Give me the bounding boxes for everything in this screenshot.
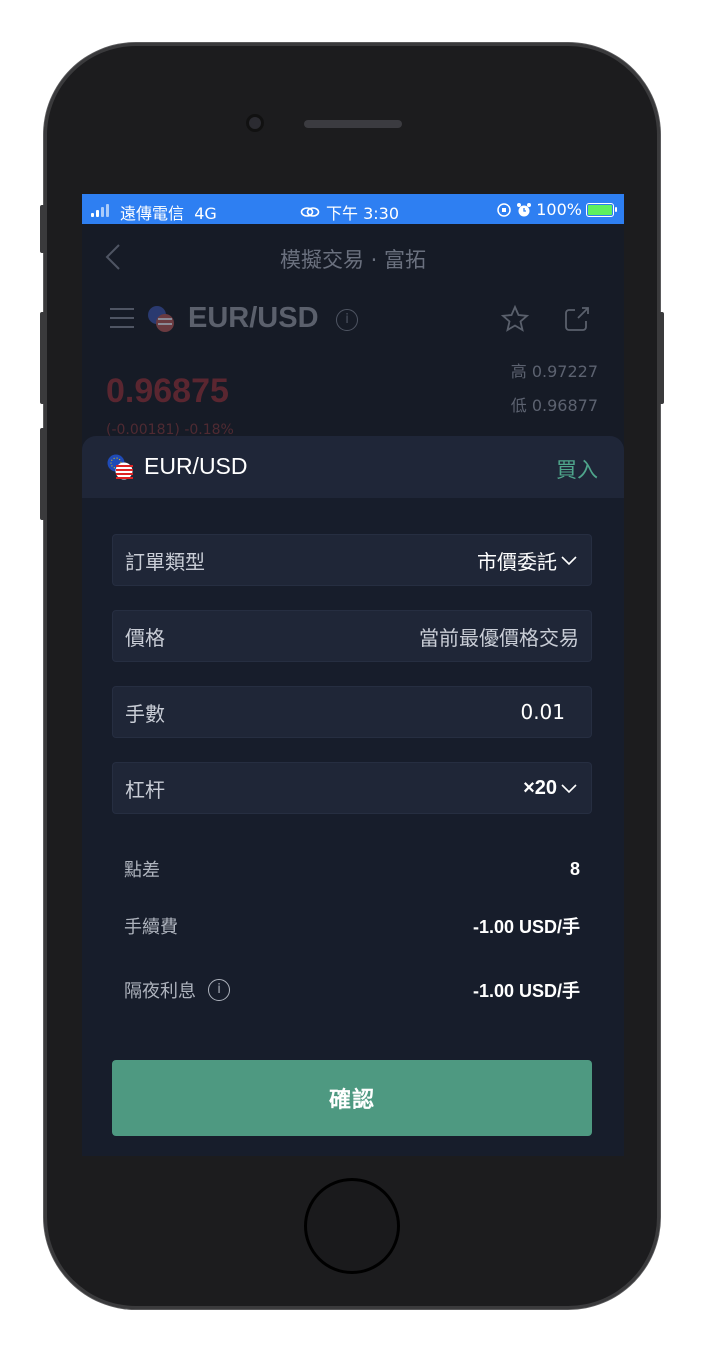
- spread-value: 8: [569, 858, 580, 879]
- mute-switch: [40, 205, 45, 253]
- lots-input[interactable]: 手數 0.01: [112, 686, 592, 738]
- commission-value: -1.00 USD/手: [472, 917, 580, 937]
- field-label: 訂單類型: [125, 549, 205, 574]
- lots-value: 0.01: [520, 700, 565, 724]
- commission-row: 手續費 -1.00 USD/手: [124, 913, 580, 939]
- link-icon: [300, 207, 320, 217]
- high-price: 高 0.97227: [510, 362, 598, 381]
- info-icon[interactable]: i: [208, 979, 230, 1001]
- order-sheet-header: EUR/USD 買入: [82, 436, 624, 498]
- phone-screen: 遠傳電信 4G 下午 3:30 100% 模擬交易 · 富拓 EUR/USD i…: [82, 194, 624, 1156]
- status-bar: 遠傳電信 4G 下午 3:30 100%: [82, 194, 624, 224]
- order-pair: EUR/USD: [144, 453, 248, 479]
- low-price: 低 0.96877: [510, 396, 598, 415]
- swap-row: 隔夜利息 i -1.00 USD/手: [124, 977, 580, 1003]
- front-camera: [246, 114, 264, 132]
- page-title: 模擬交易 · 富拓: [279, 248, 427, 272]
- info-icon[interactable]: i: [336, 309, 358, 331]
- carrier-label: 遠傳電信 4G: [120, 204, 217, 223]
- share-icon[interactable]: [562, 304, 592, 334]
- price-field: 價格 當前最優價格交易: [112, 610, 592, 662]
- swap-label-group: 隔夜利息 i: [124, 977, 230, 1003]
- leverage-select[interactable]: 杠杆 ×20: [112, 762, 592, 814]
- volume-up-button: [40, 312, 45, 404]
- order-type-select[interactable]: 訂單類型 市價委託: [112, 534, 592, 586]
- eur-usd-flag-icon: [107, 454, 133, 480]
- spread-row: 點差 8: [124, 856, 580, 882]
- price-value: 當前最優價格交易: [419, 625, 579, 650]
- power-button: [659, 312, 664, 404]
- spread-label: 點差: [124, 860, 160, 881]
- signal-icon: [91, 203, 109, 217]
- order-side-buy: 買入: [556, 458, 598, 482]
- field-label: 杠杆: [125, 777, 165, 802]
- field-label: 手數: [125, 701, 165, 726]
- chevron-down-icon: [561, 784, 577, 794]
- swap-value: -1.00 USD/手: [472, 981, 580, 1001]
- order-sheet: EUR/USD 買入 訂單類型 市價委託 價格 當前最優價格交易 手數 0.01…: [82, 436, 624, 1156]
- confirm-button[interactable]: 確認: [112, 1060, 592, 1136]
- clock-time: 下午 3:30: [326, 204, 400, 223]
- menu-icon[interactable]: [110, 308, 134, 330]
- order-type-value: 市價委託: [477, 546, 579, 575]
- leverage-value: ×20: [523, 777, 579, 800]
- alarm-icon: [517, 202, 532, 216]
- commission-label: 手續費: [124, 917, 178, 938]
- chevron-down-icon: [561, 556, 577, 566]
- network-label: 4G: [194, 204, 217, 223]
- home-button[interactable]: [304, 1178, 400, 1274]
- instrument-pair: EUR/USD: [188, 302, 319, 334]
- earpiece-speaker: [304, 120, 402, 128]
- rotation-lock-icon: [497, 202, 511, 217]
- battery-icon: [586, 202, 617, 217]
- battery-percent: 100%: [536, 200, 582, 219]
- field-label: 價格: [125, 625, 165, 650]
- swap-label: 隔夜利息: [124, 981, 196, 1002]
- eur-usd-flag-icon: [148, 306, 174, 332]
- volume-down-button: [40, 428, 45, 520]
- current-price: 0.96875: [106, 372, 229, 410]
- star-icon[interactable]: [500, 304, 530, 334]
